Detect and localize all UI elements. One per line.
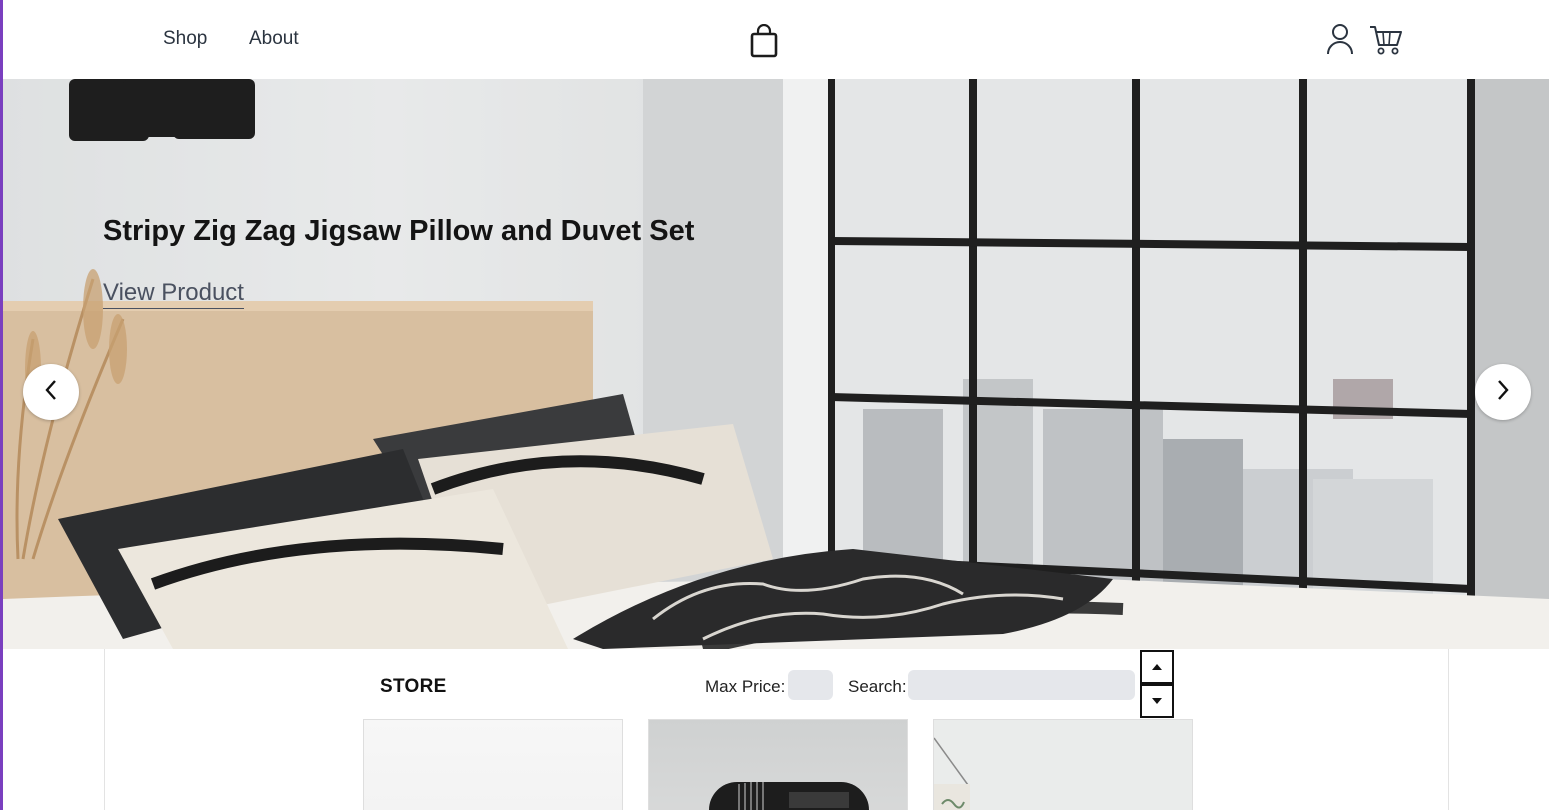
product-card[interactable] [363, 719, 623, 810]
product-image [709, 782, 869, 810]
max-price-label: Max Price: [705, 677, 786, 696]
shopping-bag-icon[interactable] [749, 23, 779, 58]
caret-up-icon [1151, 658, 1163, 676]
carousel-next-button[interactable] [1475, 364, 1531, 420]
cart-icon[interactable] [1369, 24, 1403, 56]
user-icon[interactable] [1325, 22, 1355, 56]
caret-down-icon [1151, 692, 1163, 710]
store-title: STORE [380, 676, 447, 697]
search-input[interactable] [908, 670, 1135, 700]
nav-link-about[interactable]: About [249, 28, 299, 50]
product-image [364, 720, 622, 810]
hero-image [3, 79, 1549, 649]
nav-link-shop[interactable]: Shop [163, 28, 207, 50]
window-edge [0, 0, 3, 810]
sort-ascending-button[interactable] [1140, 650, 1174, 684]
product-card[interactable] [933, 719, 1193, 810]
store-section: STORE Max Price: Search: [104, 649, 1449, 810]
view-product-link[interactable]: View Product [103, 279, 244, 309]
product-image [934, 737, 970, 810]
chevron-right-icon [1496, 379, 1510, 406]
sort-descending-button[interactable] [1140, 684, 1174, 718]
search-label: Search: [848, 677, 907, 696]
carousel-prev-button[interactable] [23, 364, 79, 420]
hero-carousel: Stripy Zig Zag Jigsaw Pillow and Duvet S… [3, 79, 1549, 649]
chevron-left-icon [44, 379, 58, 406]
max-price-input[interactable] [788, 670, 833, 700]
top-nav: Shop About [3, 0, 1549, 79]
product-card[interactable] [648, 719, 908, 810]
hero-title: Stripy Zig Zag Jigsaw Pillow and Duvet S… [103, 215, 695, 247]
